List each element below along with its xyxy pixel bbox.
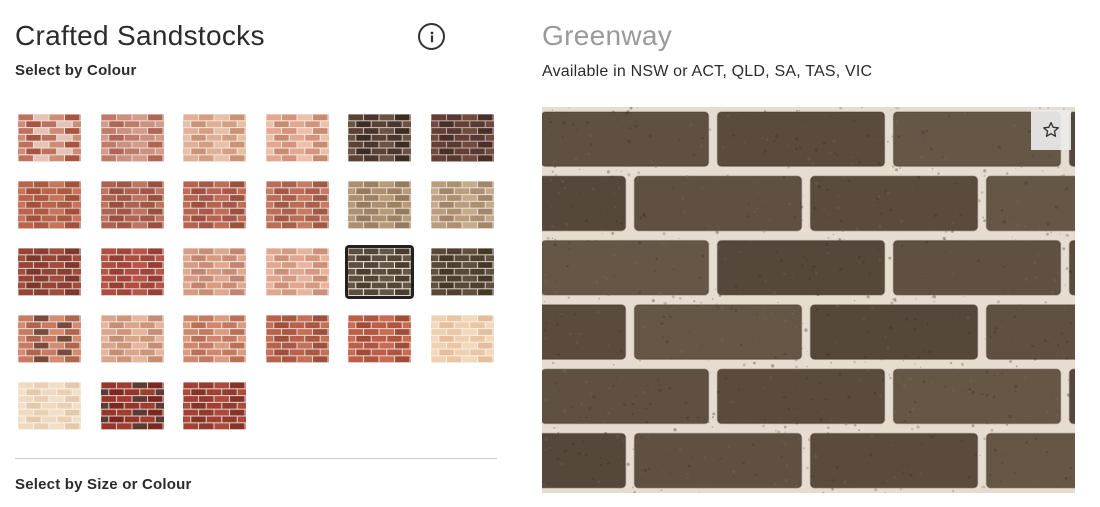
brick-swatch-image [100, 114, 164, 162]
select-by-colour-label: Select by Colour [15, 62, 137, 79]
colour-swatch[interactable] [430, 181, 494, 229]
brick-swatch-image [100, 248, 164, 296]
range-title: Crafted Sandstocks [15, 20, 265, 51]
info-icon [430, 31, 433, 42]
brick-swatch-image [183, 248, 246, 296]
brick-swatch-image [430, 248, 494, 296]
brick-swatch-image [18, 181, 81, 229]
favourite-button[interactable] [1031, 110, 1071, 150]
colour-swatch[interactable] [183, 382, 246, 430]
select-by-size-or-colour-toggle[interactable]: Select by Size or Colour [15, 476, 192, 493]
colour-swatch[interactable] [18, 315, 81, 363]
colour-swatch[interactable] [348, 114, 411, 162]
colour-swatch[interactable] [265, 315, 329, 363]
brick-wall-illustration [542, 107, 1075, 493]
colour-swatch[interactable] [348, 315, 411, 363]
brick-swatch-image [430, 181, 494, 229]
colour-swatch[interactable] [100, 114, 164, 162]
brick-swatch-image [100, 315, 164, 363]
colour-swatch[interactable] [430, 315, 494, 363]
brick-swatch-image [18, 382, 81, 430]
brick-swatch-image [183, 315, 246, 363]
brick-swatch-image [348, 114, 411, 162]
brick-texture-image [542, 107, 1075, 493]
brick-swatch-image [265, 315, 329, 363]
colour-swatch[interactable] [18, 181, 81, 229]
brick-detail-panel: Greenway Available in NSW or ACT, QLD, S… [520, 0, 1100, 507]
colour-swatch[interactable] [183, 114, 246, 162]
brick-swatch-image [430, 315, 494, 363]
brick-swatch-image [183, 114, 246, 162]
brick-swatch-image [430, 114, 494, 162]
brick-swatch-image [183, 181, 246, 229]
colour-swatch[interactable] [18, 114, 81, 162]
colour-swatch[interactable] [100, 382, 164, 430]
colour-swatch[interactable] [183, 315, 246, 363]
colour-swatch[interactable] [345, 245, 414, 299]
info-button[interactable] [418, 23, 445, 50]
colour-swatch[interactable] [430, 114, 494, 162]
brick-swatch-image [100, 382, 164, 430]
brick-swatch-image [265, 181, 329, 229]
colour-swatch[interactable] [265, 181, 329, 229]
brick-swatch-image [348, 248, 411, 296]
colour-swatch[interactable] [265, 248, 329, 296]
colour-swatch[interactable] [100, 181, 164, 229]
brick-swatch-image [18, 114, 81, 162]
brick-swatch-image [265, 248, 329, 296]
colour-swatch[interactable] [100, 248, 164, 296]
brick-swatch-image [18, 248, 81, 296]
brick-swatch-image [348, 315, 411, 363]
colour-swatch[interactable] [348, 181, 411, 229]
range-panel: Crafted Sandstocks Select by Colour Sele… [0, 0, 520, 507]
brick-name: Greenway [542, 20, 673, 51]
availability-text: Available in NSW or ACT, QLD, SA, TAS, V… [542, 63, 873, 80]
colour-swatch[interactable] [430, 248, 494, 296]
colour-swatch[interactable] [183, 248, 246, 296]
colour-swatch[interactable] [183, 181, 246, 229]
colour-swatch[interactable] [265, 114, 329, 162]
brick-swatch-image [183, 382, 246, 430]
brick-swatch-image [18, 315, 81, 363]
brick-swatch-image [348, 181, 411, 229]
colour-swatch[interactable] [100, 315, 164, 363]
brick-swatch-image [265, 114, 329, 162]
colour-swatch[interactable] [18, 248, 81, 296]
star-outline-icon [1043, 122, 1059, 137]
divider [15, 458, 497, 459]
brick-swatch-image [100, 181, 164, 229]
colour-swatch[interactable] [18, 382, 81, 430]
